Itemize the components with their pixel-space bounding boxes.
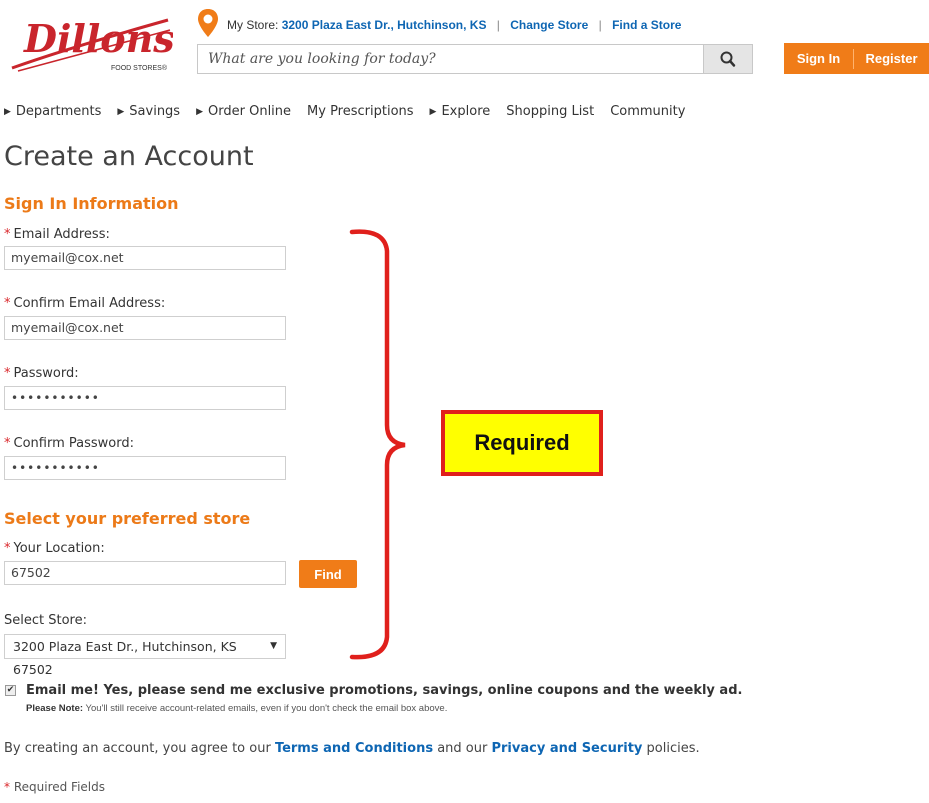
note-prefix: Please Note: [26,703,84,714]
nav-label: Community [610,104,686,119]
nav-order-online[interactable]: ▶ Order Online [196,104,291,119]
required-annotation: Required [441,410,603,476]
selected-store: 3200 Plaza East Dr., Hutchinson, KS 6750… [13,639,237,677]
confirm-email-label-text: Confirm Email Address: [13,296,166,311]
search-button[interactable] [703,44,753,74]
divider: | [598,18,602,32]
privacy-and-security-link[interactable]: Privacy and Security [491,741,642,756]
required-star: * [4,780,10,794]
auth-buttons: Sign In Register [784,43,929,74]
email-opt-in-text: Email me! Yes, please send me exclusive … [26,683,743,698]
caret-right-icon: ▶ [4,106,11,117]
confirm-password-label: * Confirm Password: [4,436,134,451]
nav-community[interactable]: Community [610,104,685,119]
nav-savings[interactable]: ▶ Savings [117,104,180,119]
dillons-logo[interactable]: Dillons FOOD STORES® [8,8,175,74]
required-fields-text: Required Fields [13,780,105,794]
logo-wordmark: Dillons [23,16,173,61]
find-a-store-link[interactable]: Find a Store [612,18,681,32]
my-store-label: My Store: [227,18,279,32]
note-text: You'll still receive account-related ema… [85,703,448,714]
sign-in-button[interactable]: Sign In [784,43,853,74]
select-store-label: Select Store: [4,613,87,628]
logo-tagline: FOOD STORES® [111,64,168,72]
caret-right-icon: ▶ [117,106,125,117]
confirm-password-label-text: Confirm Password: [13,436,134,451]
change-store-link[interactable]: Change Store [510,18,588,32]
nav-label: Explore [441,104,491,119]
nav-departments[interactable]: ▶ Departments [4,104,101,119]
search-icon [720,51,736,67]
password-field[interactable]: ••••••••••• [4,386,286,410]
email-opt-in-checkbox[interactable]: ✔ [5,685,16,696]
nav-explore[interactable]: ▶ Explore [430,104,491,119]
dropdown-caret-icon: ▼ [270,641,277,651]
terms-text-before: By creating an account, you agree to our [4,741,271,756]
location-label: * Your Location: [4,541,105,556]
email-note: Please Note: You'll still receive accoun… [26,703,447,714]
nav-label: Savings [129,104,181,119]
store-select[interactable]: 3200 Plaza East Dr., Hutchinson, KS 6750… [4,634,286,677]
required-bracket [349,229,409,661]
caret-right-icon: ▶ [196,106,204,117]
email-label-text: Email Address: [13,227,110,242]
nav-label: Shopping List [506,104,595,119]
nav-label: Order Online [208,104,292,119]
main-nav: ▶ Departments ▶ Savings ▶ Order Online My P… [4,104,701,119]
location-pin-icon [197,8,219,38]
nav-label: Departments [15,104,102,119]
required-star: * [4,366,11,381]
terms-statement: By creating an account, you agree to our… [4,741,700,756]
register-button[interactable]: Register [854,43,929,74]
confirm-password-field[interactable]: ••••••••••• [4,456,286,480]
location-label-text: Your Location: [13,541,105,556]
store-address[interactable]: 3200 Plaza East Dr., Hutchinson, KS [282,18,487,32]
email-label: * Email Address: [4,227,110,242]
search-input[interactable]: What are you looking for today? [197,44,703,74]
email-field[interactable]: myemail@cox.net [4,246,286,270]
page-title: Create an Account [4,141,254,172]
required-star: * [4,436,11,451]
password-label: * Password: [4,366,79,381]
required-star: * [4,227,11,242]
required-star: * [4,296,11,311]
confirm-email-label: * Confirm Email Address: [4,296,165,311]
nav-my-prescriptions[interactable]: My Prescriptions [307,104,414,119]
nav-label: My Prescriptions [307,104,414,119]
password-label-text: Password: [13,366,79,381]
terms-and-conditions-link[interactable]: Terms and Conditions [275,741,433,756]
terms-text-middle: and our [437,741,488,756]
confirm-email-field[interactable]: myemail@cox.net [4,316,286,340]
location-field[interactable]: 67502 [4,561,286,585]
preferred-store-heading: Select your preferred store [4,509,251,528]
required-star: * [4,541,11,556]
sign-in-heading: Sign In Information [4,194,179,213]
required-fields-note: * Required Fields [4,780,105,794]
nav-shopping-list[interactable]: Shopping List [506,104,594,119]
divider: | [496,18,500,32]
terms-text-after: policies. [646,741,700,756]
caret-right-icon: ▶ [429,106,437,117]
store-bar: My Store: 3200 Plaza East Dr., Hutchinso… [227,18,681,32]
